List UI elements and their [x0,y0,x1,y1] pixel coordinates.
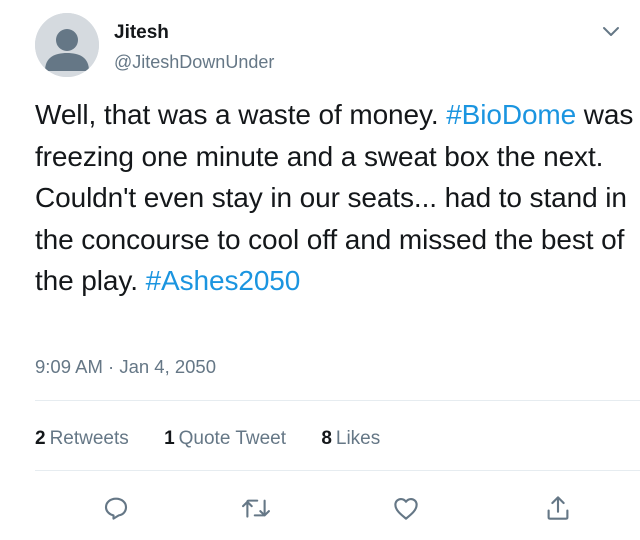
divider [35,470,640,471]
tweet-text-segment: Well, that was a waste of money. [35,99,447,130]
quote-tweets-count: 1 [164,428,175,449]
retweet-button[interactable] [238,490,274,526]
hashtag-link[interactable]: #Ashes2050 [146,265,301,296]
quote-tweets-label: Quote Tweet [178,428,287,449]
retweets-label: Retweets [49,428,129,449]
divider [35,400,640,401]
author-handle[interactable]: @JiteshDownUnder [114,51,274,73]
retweet-icon [242,499,270,518]
retweets-count: 2 [35,428,46,449]
likes-label: Likes [335,428,381,449]
tweet-timestamp[interactable]: 9:09 AM · Jan 4, 2050 [35,355,216,379]
quote-tweets-stat[interactable]: 1 Quote Tweet [164,426,286,452]
reply-icon [104,497,128,520]
share-button[interactable] [540,490,576,526]
tweet-text: Well, that was a waste of money. #BioDom… [35,94,635,302]
heart-icon [394,497,418,520]
reply-button[interactable] [98,490,134,526]
chevron-down-icon[interactable] [600,20,622,42]
avatar[interactable] [35,13,99,77]
like-button[interactable] [388,490,424,526]
tweet-actions [0,490,640,530]
likes-stat[interactable]: 8 Likes [321,426,380,452]
share-icon [547,496,569,520]
tweet-card: Jitesh @JiteshDownUnder Well, that was a… [0,0,640,540]
author-display-name[interactable]: Jitesh [114,22,274,44]
retweets-stat[interactable]: 2 Retweets [35,426,129,452]
default-profile-icon [35,13,99,77]
author-block: Jitesh @JiteshDownUnder [114,20,274,73]
tweet-stats: 2 Retweets 1 Quote Tweet 8 Likes [35,426,410,452]
hashtag-link[interactable]: #BioDome [446,99,576,130]
likes-count: 8 [321,428,332,449]
